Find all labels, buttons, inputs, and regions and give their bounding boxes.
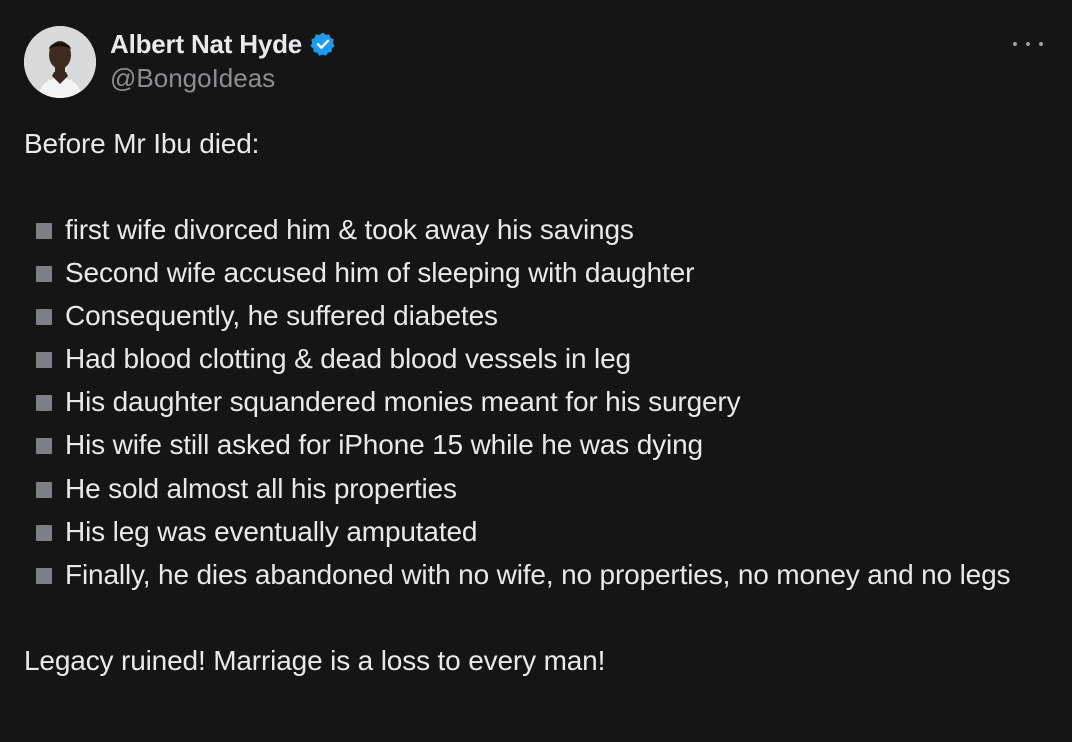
list-item: Finally, he dies abandoned with no wife,… [24, 553, 1044, 596]
bullet-square-icon [36, 481, 52, 498]
bullet-square-icon [36, 266, 52, 283]
bullet-square-icon [36, 309, 52, 326]
list-item: Had blood clotting & dead blood vessels … [24, 337, 1044, 380]
list-item-text: His wife still asked for iPhone 15 while… [65, 429, 703, 461]
list-item: Second wife accused him of sleeping with… [24, 251, 1044, 294]
bullet-list: first wife divorced him & took away his … [24, 208, 1044, 596]
list-item: He sold almost all his properties [24, 467, 1044, 510]
list-item-text: first wife divorced him & took away his … [65, 214, 634, 245]
bullet-square-icon [36, 395, 52, 412]
more-dot [1013, 42, 1017, 46]
list-item-text: Finally, he dies abandoned with no wife,… [65, 558, 1011, 590]
list-item: His wife still asked for iPhone 15 while… [24, 423, 1044, 466]
list-item: Consequently, he suffered diabetes [24, 294, 1044, 337]
list-item-text: His daughter squandered monies meant for… [65, 386, 741, 418]
list-item-text: His leg was eventually amputated [65, 515, 478, 547]
list-item: first wife divorced him & took away his … [24, 208, 1044, 251]
list-item-text: Second wife accused him of sleeping with… [65, 257, 695, 289]
tweet-intro: Before Mr Ibu died: [24, 128, 260, 159]
author-display-name[interactable]: Albert Nat Hyde [110, 29, 302, 60]
bullet-square-icon [36, 352, 52, 369]
author-handle[interactable]: @BongoIdeas [110, 63, 275, 94]
tweet-text: Before Mr Ibu died: first wife divorced … [24, 122, 1044, 682]
author-name-row[interactable]: Albert Nat Hyde [110, 28, 336, 60]
bullet-square-icon [36, 567, 52, 584]
list-item-text: Had blood clotting & dead blood vessels … [65, 343, 631, 375]
list-item-text: He sold almost all his properties [65, 472, 457, 504]
verified-badge-icon [310, 31, 336, 57]
list-item: His daughter squandered monies meant for… [24, 380, 1044, 423]
bullet-square-icon [36, 524, 52, 541]
more-dot [1039, 42, 1043, 46]
more-dot [1026, 42, 1030, 46]
tweet-outro: Legacy ruined! Marriage is a loss to eve… [24, 644, 606, 676]
more-options-icon[interactable] [1011, 30, 1045, 58]
list-item: His leg was eventually amputated [24, 510, 1044, 553]
list-item-text: Consequently, he suffered diabetes [65, 300, 498, 332]
profile-photo-icon [24, 26, 96, 98]
tweet-card: Albert Nat Hyde @BongoIdeas Before Mr Ib… [0, 0, 1072, 742]
bullet-square-icon [36, 223, 52, 239]
bullet-square-icon [36, 438, 52, 455]
avatar[interactable] [24, 26, 96, 98]
